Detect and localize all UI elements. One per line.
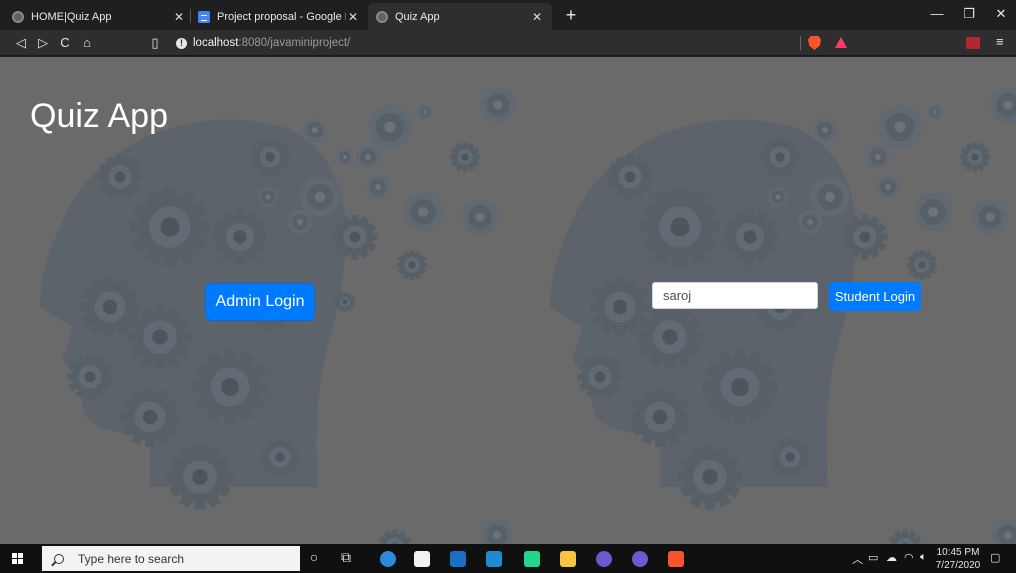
tab-title: Quiz App — [395, 10, 440, 23]
tab-title: HOME|Quiz App — [31, 10, 112, 23]
page-content: Quiz App Admin Login Student Login — [0, 57, 1016, 544]
address-bar[interactable]: ! localhost:8080/javaminiproject/ — [176, 32, 866, 54]
wifi-icon[interactable]: ◠ — [904, 551, 914, 564]
username-input[interactable] — [652, 282, 818, 309]
new-tab-button[interactable]: + — [560, 4, 582, 26]
clock-time[interactable]: 10:45 PM — [934, 547, 982, 558]
menu-icon[interactable]: ≡ — [996, 34, 1004, 49]
admin-login-button[interactable]: Admin Login — [206, 284, 314, 320]
toolbar-divider — [800, 36, 801, 50]
search-icon — [54, 553, 64, 564]
close-window-button[interactable]: ✕ — [986, 6, 1016, 22]
clock-date[interactable]: 7/27/2020 — [934, 560, 982, 571]
eclipse-icon-2[interactable] — [632, 551, 648, 567]
reload-icon[interactable]: C — [56, 34, 74, 52]
close-tab-icon[interactable]: ✕ — [530, 10, 544, 24]
restore-button[interactable]: ❐ — [954, 6, 984, 22]
close-tab-icon[interactable]: ✕ — [346, 10, 360, 24]
url-path: :8080/javaminiproject/ — [238, 37, 351, 49]
tab-quiz-app[interactable]: Quiz App ✕ — [368, 3, 552, 30]
home-icon[interactable]: ⌂ — [78, 34, 96, 52]
student-login-button[interactable]: Student Login — [829, 282, 921, 311]
brave-icon[interactable] — [668, 551, 684, 567]
tab-strip: HOME|Quiz App ✕ Project proposal - Googl… — [0, 0, 1016, 30]
task-view-icon[interactable]: ⧉ — [338, 549, 354, 566]
bookmark-icon[interactable]: ▯ — [146, 34, 164, 52]
chevron-up-icon[interactable]: ︿ — [852, 551, 863, 567]
forward-icon[interactable]: ▷ — [34, 34, 52, 52]
volume-icon[interactable]: 🔈︎ — [920, 551, 927, 564]
vscode-icon[interactable] — [486, 551, 502, 567]
extension-icon[interactable] — [966, 37, 980, 49]
tab-title: Project proposal - Google Docs — [217, 10, 346, 23]
page-title: Quiz App — [30, 97, 168, 135]
brave-rewards-icon[interactable] — [835, 37, 847, 48]
edge-icon[interactable] — [380, 551, 396, 567]
battery-icon[interactable]: ▭ — [868, 551, 878, 564]
cortana-icon[interactable]: ○ — [306, 549, 322, 565]
pycharm-icon[interactable] — [524, 551, 540, 567]
store-icon[interactable] — [414, 551, 430, 567]
windows-taskbar: Type here to search ○ ⧉ ︿ ▭ ☁ ◠ 🔈︎ 10:45… — [0, 544, 1016, 573]
google-docs-icon — [198, 10, 210, 23]
browser-toolbar: ◁ ▷ C ⌂ ▯ ! localhost:8080/javaminiproje… — [0, 30, 1016, 56]
globe-icon — [376, 10, 388, 23]
search-placeholder: Type here to search — [78, 551, 185, 566]
windows-start-icon[interactable] — [12, 553, 24, 565]
close-tab-icon[interactable]: ✕ — [172, 10, 186, 24]
onedrive-icon[interactable]: ☁ — [886, 551, 897, 564]
tab-google-docs[interactable]: Project proposal - Google Docs ✕ — [190, 3, 368, 30]
info-icon[interactable]: ! — [176, 37, 187, 49]
minimize-button[interactable]: — — [922, 6, 952, 21]
back-icon[interactable]: ◁ — [12, 34, 30, 52]
notifications-icon[interactable]: ▢ — [990, 551, 1000, 564]
eclipse-icon[interactable] — [596, 551, 612, 567]
tab-home-quiz-app[interactable]: HOME|Quiz App ✕ — [4, 3, 194, 30]
taskbar-search[interactable]: Type here to search — [42, 546, 300, 571]
file-explorer-icon[interactable] — [560, 551, 576, 567]
mail-icon[interactable] — [450, 551, 466, 567]
url-host: localhost — [193, 37, 239, 49]
globe-icon — [12, 10, 24, 23]
